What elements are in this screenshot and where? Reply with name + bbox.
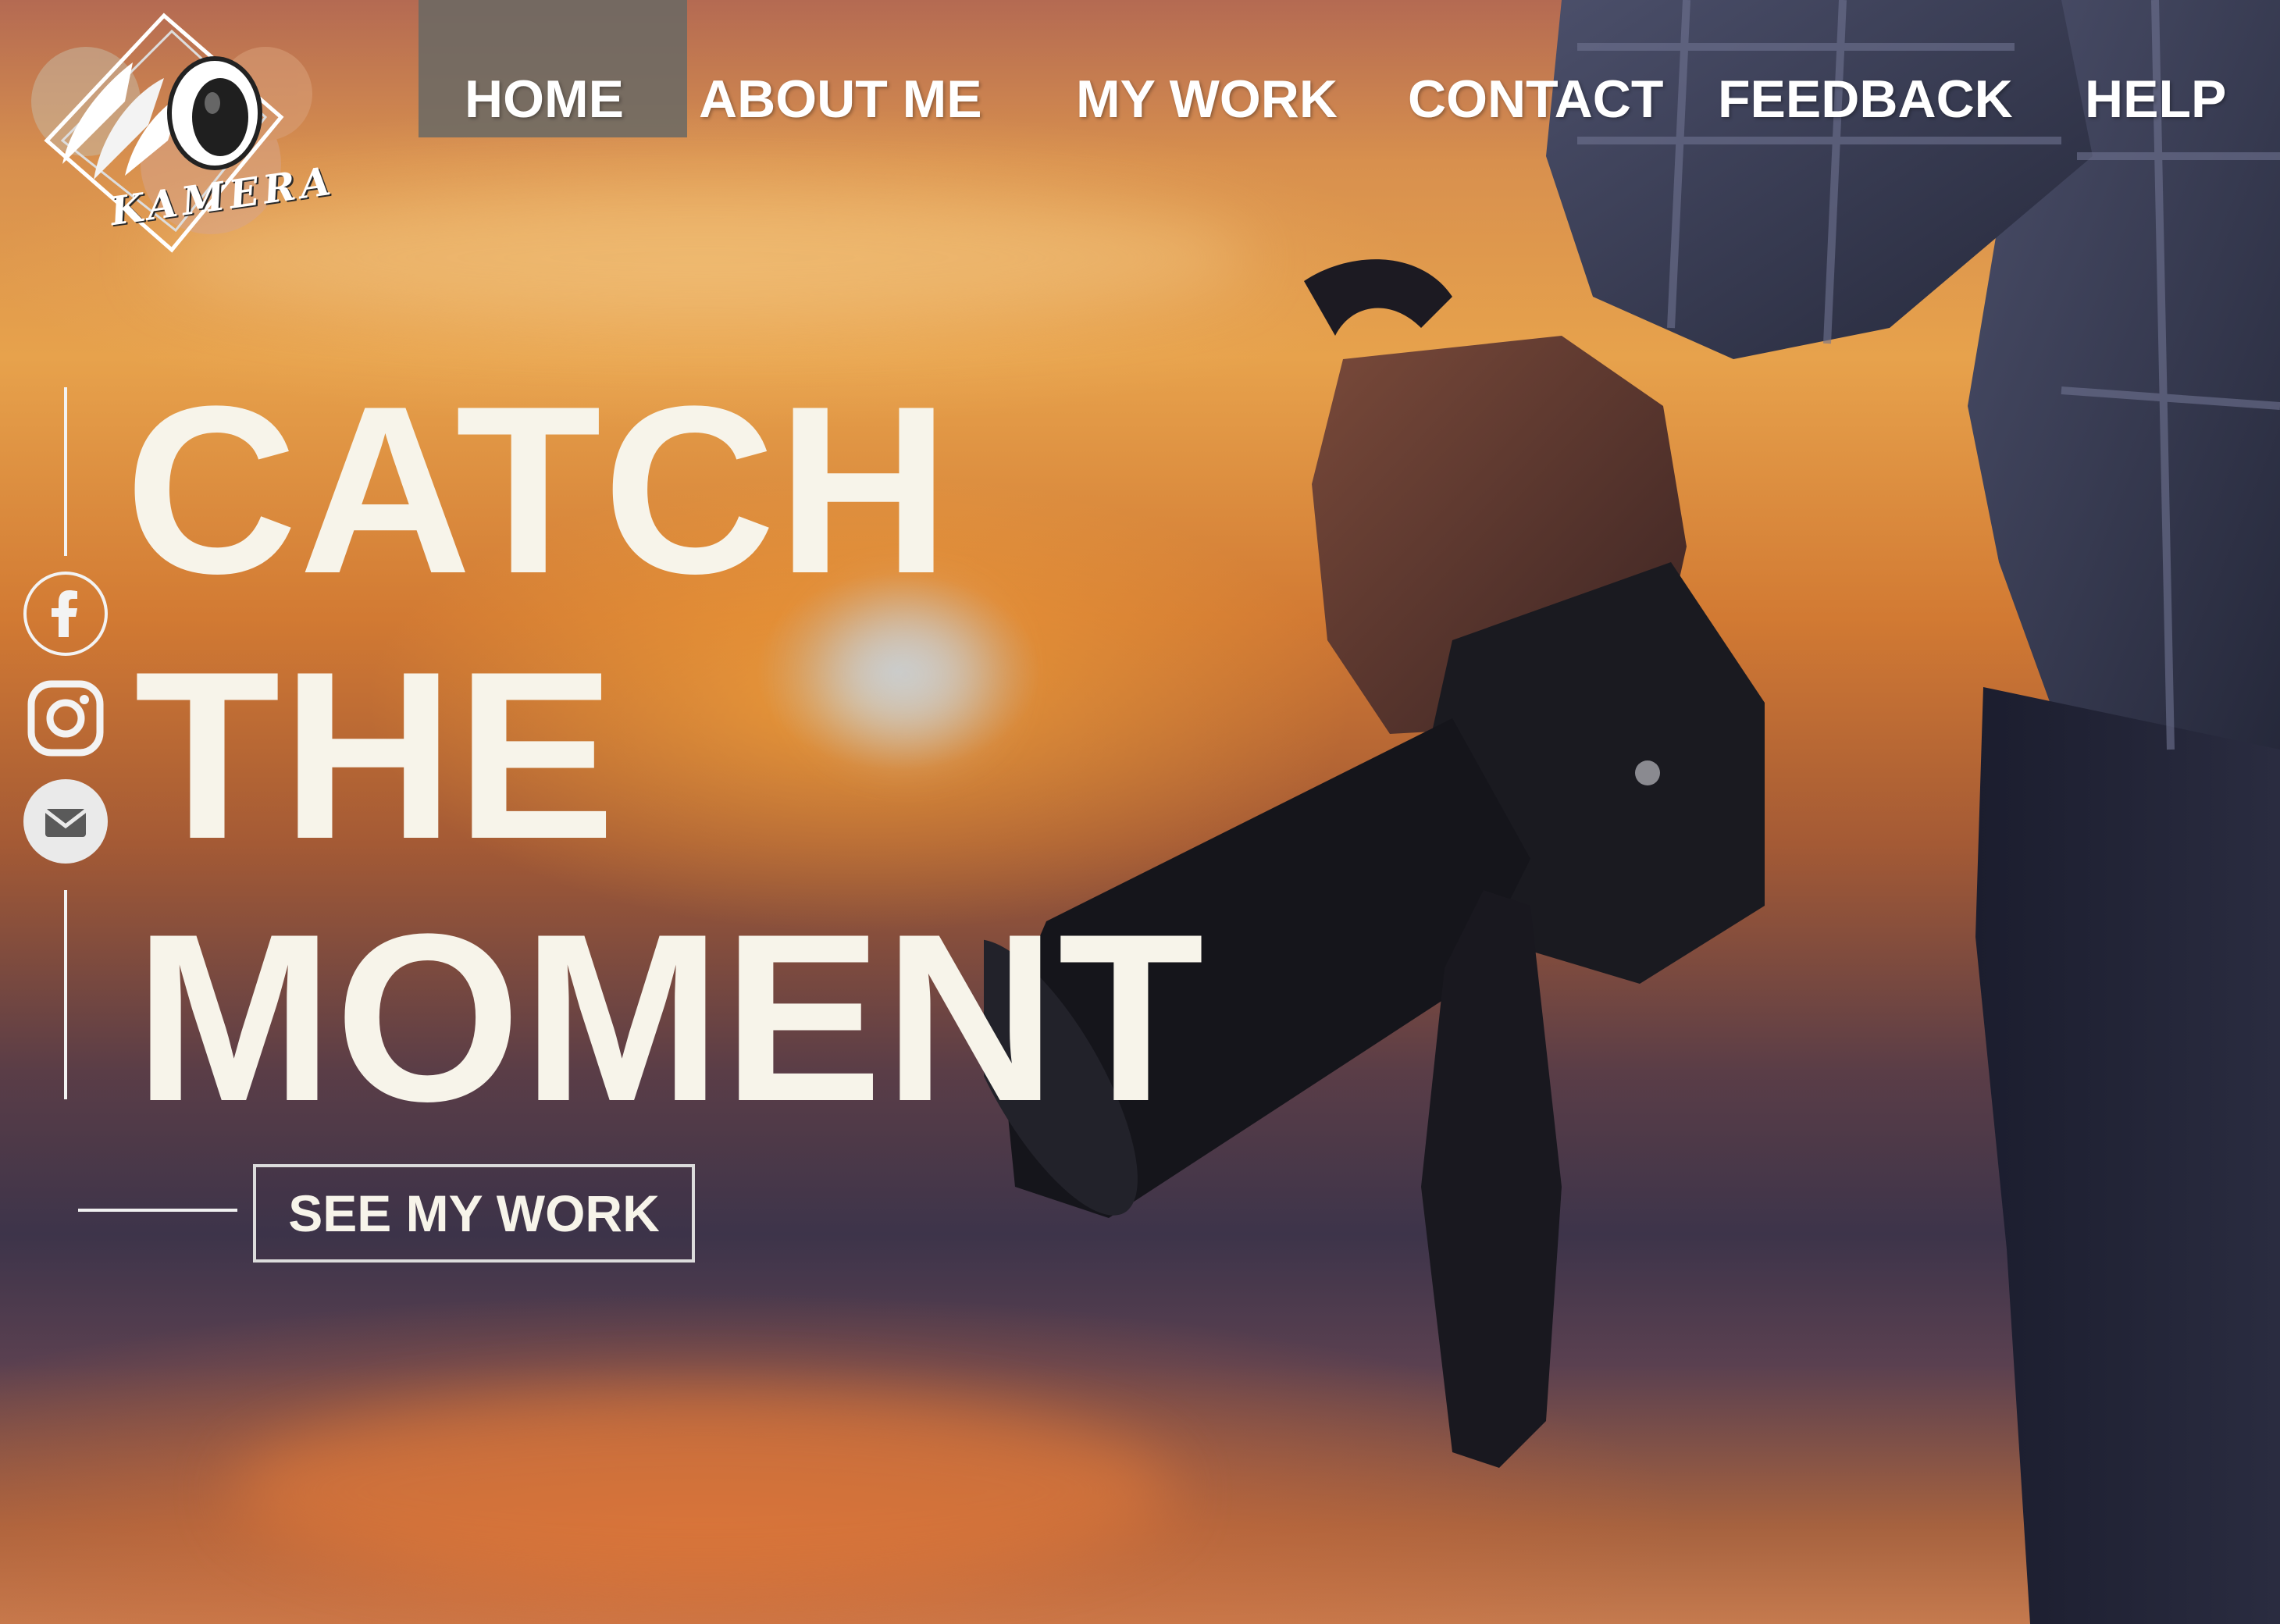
photographer-image — [984, 0, 2280, 1624]
landing-page: KAMERA HOME ABOUT ME MY WORK CONTACT FEE… — [0, 0, 2280, 1624]
nav-item-contact[interactable]: CONTACT — [1408, 69, 1663, 130]
kamera-logo[interactable]: KAMERA — [16, 8, 344, 258]
headline-line-2: THE — [134, 621, 617, 889]
social-divider-bottom — [64, 890, 67, 1099]
cta-accent-line — [78, 1209, 237, 1212]
mail-icon[interactable] — [23, 779, 108, 864]
facebook-icon[interactable] — [23, 572, 108, 656]
headline-line-3: MOMENT — [134, 884, 1206, 1151]
nav-item-feedback[interactable]: FEEDBACK — [1718, 69, 2013, 130]
nav-item-my-work[interactable]: MY WORK — [1076, 69, 1338, 130]
see-my-work-button[interactable]: SEE MY WORK — [253, 1164, 695, 1263]
social-divider-top — [64, 387, 67, 556]
nav-item-help[interactable]: HELP — [2085, 69, 2226, 130]
instagram-icon[interactable] — [23, 676, 108, 760]
headline-line-1: CATCH — [125, 356, 952, 623]
bokeh-light — [828, 609, 984, 742]
nav-item-about-me[interactable]: ABOUT ME — [699, 69, 982, 130]
nav-item-home[interactable]: HOME — [465, 69, 624, 130]
